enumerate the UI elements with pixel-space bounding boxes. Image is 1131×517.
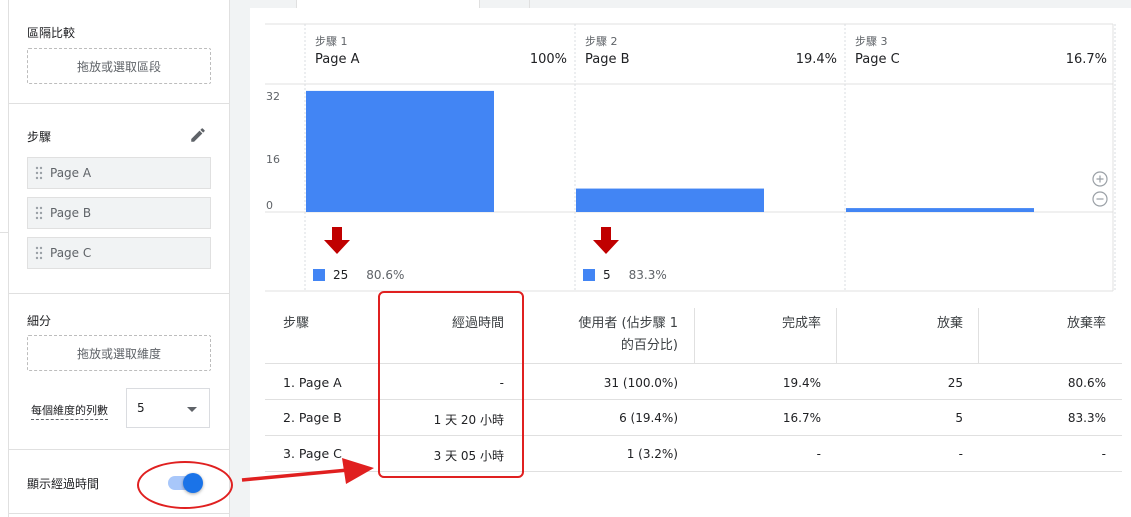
annotation-highlight-box [378, 291, 524, 478]
annotation-arrow-icon [240, 452, 375, 492]
dropoff-arrow-icon [323, 227, 351, 259]
column-header-users-line2[interactable]: 的百分比) [540, 334, 678, 358]
step-percent: 19.4% [795, 52, 837, 67]
row-completion-rate: 16.7% [782, 411, 821, 425]
row-step: 2. Page B [283, 410, 342, 425]
step-name: Page C [855, 52, 900, 67]
y-tick-label: 32 [266, 90, 280, 103]
y-tick-label: 0 [266, 199, 273, 212]
step-percent: 16.7% [1065, 52, 1107, 67]
row-completion-rate: 19.4% [782, 376, 821, 390]
step-header-1: 步驟 1 Page A 100% [305, 24, 575, 84]
row-abandons: 5 [955, 411, 963, 425]
row-abandon-rate: 80.6% [1067, 376, 1106, 390]
zoom-in-icon[interactable] [1092, 171, 1108, 191]
step-header-2: 步驟 2 Page B 19.4% [575, 24, 845, 84]
step-number: 步驟 1 [315, 35, 348, 48]
row-users: 6 (19.4%) [619, 411, 678, 425]
dropoff-legend-1: 25 80.6% [313, 268, 404, 282]
zoom-out-icon[interactable] [1092, 191, 1108, 211]
row-abandons: 25 [947, 376, 963, 390]
y-tick-label: 16 [266, 153, 280, 166]
dropoff-percent: 83.3% [628, 268, 667, 282]
funnel-bar [576, 188, 764, 212]
legend-swatch [583, 269, 595, 281]
row-abandons: - [958, 447, 963, 461]
column-header-users[interactable]: 使用者 (佔步驟 1 [540, 312, 678, 336]
step-number: 步驟 3 [855, 35, 888, 48]
step-name: Page A [315, 52, 360, 67]
column-divider [978, 308, 979, 364]
step-percent: 100% [529, 52, 567, 67]
legend-swatch [313, 269, 325, 281]
dropoff-count: 5 [603, 268, 611, 282]
row-completion-rate: - [816, 447, 821, 461]
dropoff-legend-2: 5 83.3% [583, 268, 667, 282]
annotation-highlight-ellipse [137, 461, 233, 509]
column-header-abandon-rate[interactable]: 放棄率 [984, 312, 1106, 336]
column-header-completion-rate[interactable]: 完成率 [700, 312, 821, 336]
column-divider [836, 308, 837, 364]
column-divider [694, 308, 695, 364]
row-users: 1 (3.2%) [626, 447, 678, 461]
step-name: Page B [585, 52, 630, 67]
dropoff-arrow-icon [592, 227, 620, 259]
step-number: 步驟 2 [585, 35, 618, 48]
row-step: 1. Page A [283, 375, 342, 390]
funnel-bar [846, 208, 1034, 212]
row-users: 31 (100.0%) [603, 376, 678, 390]
row-abandon-rate: 83.3% [1067, 411, 1106, 425]
funnel-bar [306, 90, 494, 212]
dropoff-percent: 80.6% [366, 268, 405, 282]
column-header-step[interactable]: 步驟 [283, 312, 309, 336]
column-header-abandons[interactable]: 放棄 [842, 312, 963, 336]
dropoff-count: 25 [333, 268, 349, 282]
row-abandon-rate: - [1101, 447, 1106, 461]
step-header-3: 步驟 3 Page C 16.7% [845, 24, 1115, 84]
